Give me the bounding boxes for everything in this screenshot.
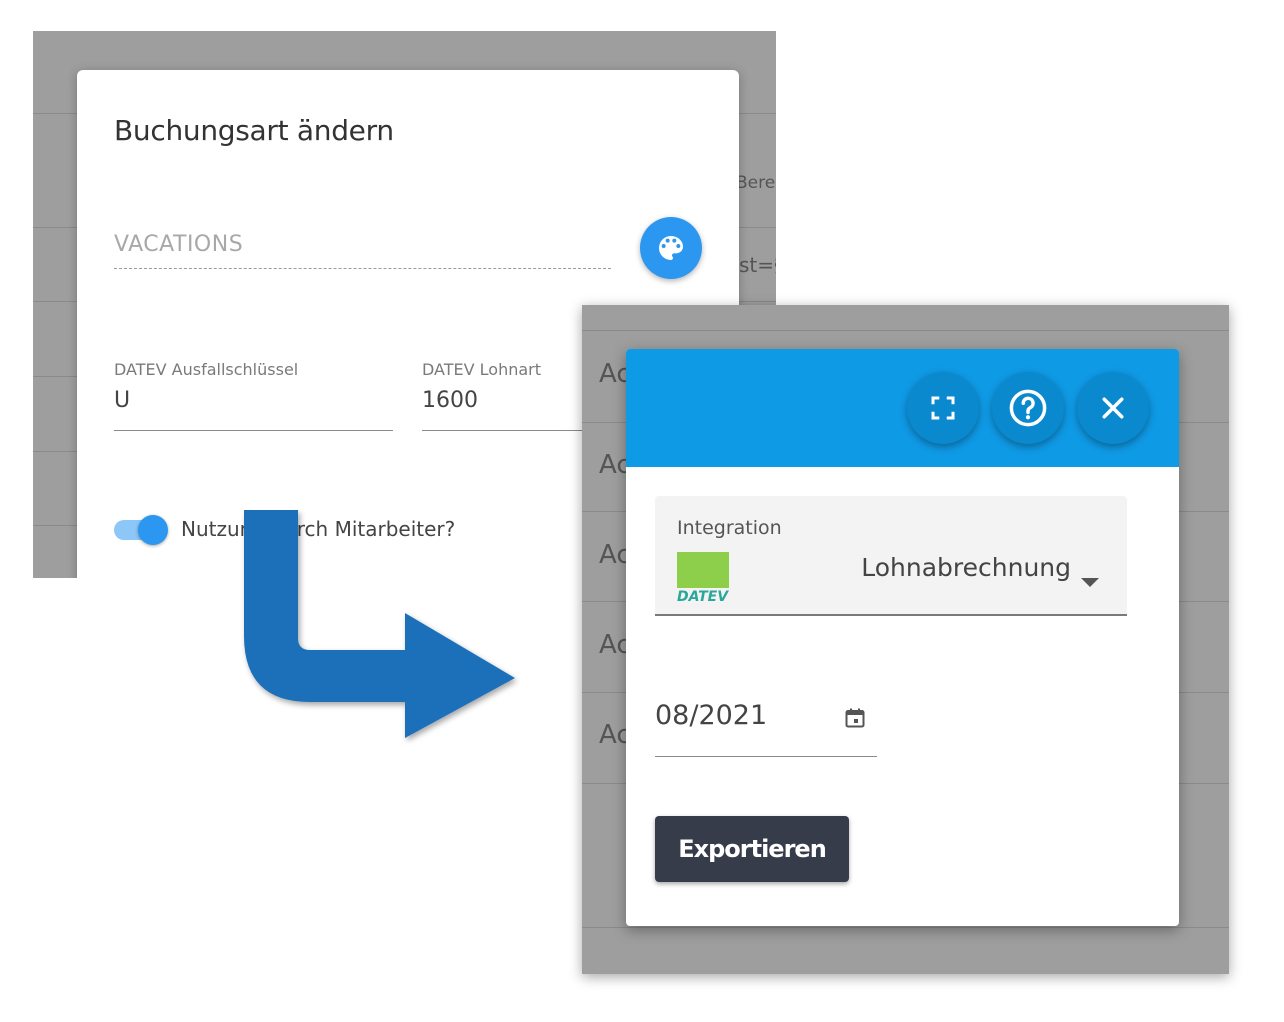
datev-logo-square <box>677 552 729 588</box>
integration-select[interactable]: Integration DATEV Lohnabrechnung <box>655 496 1127 616</box>
toggle-knob <box>138 515 168 545</box>
close-icon <box>1102 397 1124 419</box>
export-button[interactable]: Exportieren <box>655 816 849 882</box>
field-label: DATEV Ausfallschlüssel <box>114 360 299 379</box>
palette-icon <box>659 236 683 260</box>
integration-value: Lohnabrechnung <box>861 553 1071 582</box>
help-button[interactable] <box>992 372 1064 444</box>
fullscreen-button[interactable] <box>907 372 979 444</box>
row-divider <box>582 927 1229 928</box>
field-label: DATEV Lohnart <box>422 360 542 379</box>
integration-label: Integration <box>677 517 782 539</box>
name-input-placeholder: VACATIONS <box>114 232 244 257</box>
calendar-icon[interactable] <box>843 706 867 730</box>
datev-ausfallschluessel-field[interactable]: DATEV Ausfallschlüssel U <box>114 360 393 431</box>
color-palette-button[interactable] <box>640 217 702 279</box>
background-column-header: Bere <box>736 173 776 193</box>
fullscreen-icon <box>931 396 955 420</box>
row-divider <box>582 330 1229 331</box>
chevron-down-icon <box>1081 578 1099 587</box>
background-cell-text: st=§ <box>739 253 776 277</box>
field-value: 1600 <box>422 388 478 413</box>
arrow-down-right-icon <box>244 510 515 738</box>
datev-logo-text: DATEV <box>677 589 729 605</box>
help-icon <box>1009 389 1047 427</box>
close-button[interactable] <box>1077 372 1149 444</box>
field-value: U <box>114 388 131 413</box>
name-input[interactable]: VACATIONS <box>114 220 611 269</box>
datev-logo: DATEV <box>677 552 729 605</box>
dialog-header <box>626 349 1179 467</box>
dialog-title: Buchungsart ändern <box>114 114 394 147</box>
export-dialog: Integration DATEV Lohnabrechnung 08/2021… <box>626 349 1179 926</box>
employee-usage-toggle[interactable] <box>114 514 172 545</box>
date-picker-field[interactable]: 08/2021 <box>655 694 877 757</box>
date-value: 08/2021 <box>655 700 768 731</box>
